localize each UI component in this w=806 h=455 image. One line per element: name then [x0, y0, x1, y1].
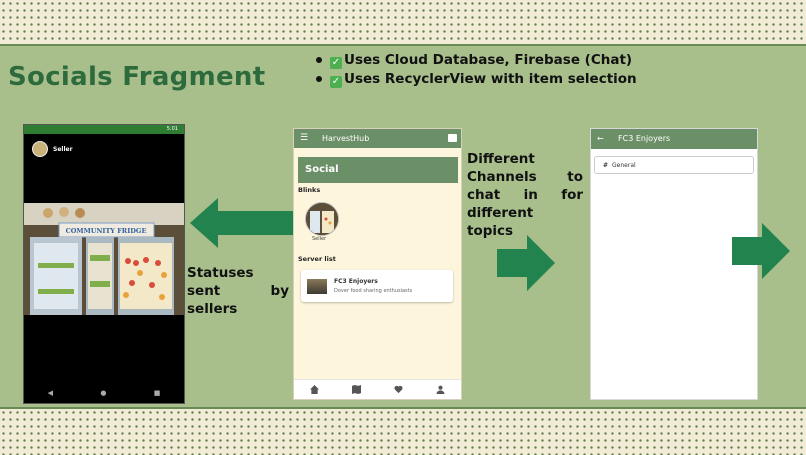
menu-icon[interactable]: ☰ [300, 129, 308, 148]
blink-thumbnail [306, 203, 338, 235]
hash-icon: # [603, 162, 609, 169]
recents-icon[interactable]: ■ [154, 389, 161, 397]
slide-title: Socials Fragment [8, 62, 266, 92]
check-icon: ✓ [330, 76, 342, 88]
channel-item-general[interactable]: # General [594, 156, 754, 174]
status-time: 5:01 [166, 126, 178, 132]
server-list-label: Server list [298, 255, 336, 263]
feature-item: ✓ Uses Cloud Database, Firebase (Chat) [312, 51, 637, 70]
caption-channels: Different Channels to chat in for differ… [467, 151, 583, 239]
dotted-top-band [0, 0, 806, 46]
bottom-navigation [294, 379, 461, 399]
arrow-right-icon [732, 223, 790, 279]
fridge-sign: COMMUNITY FRIDGE [66, 227, 147, 235]
android-status-bar: 5:01 [24, 125, 184, 134]
social-fragment-screen: ☰ HarvestHub Social Blinks Seller Server… [293, 128, 462, 400]
server-card[interactable]: FC3 Enjoyers Dover food sharing enthusia… [301, 270, 453, 302]
back-arrow-icon[interactable]: ← [597, 129, 604, 149]
android-nav-bar: ◀ ● ■ [24, 389, 184, 397]
blinks-label: Blinks [298, 186, 321, 194]
channel-name: General [612, 162, 636, 169]
channel-app-bar: ← FC3 Enjoyers [591, 129, 757, 149]
status-viewer-screen: 5:01 Seller COMMUNITY FRIDGE ◀ ● ■ [23, 124, 185, 404]
heart-icon[interactable] [394, 385, 403, 394]
status-photo: COMMUNITY FRIDGE [24, 203, 184, 315]
status-author[interactable]: Seller [32, 141, 73, 157]
app-name: HarvestHub [322, 134, 370, 143]
community-fridge-photo: COMMUNITY FRIDGE [24, 203, 184, 315]
bullet-dot [316, 57, 322, 63]
dotted-bottom-band [0, 407, 806, 455]
arrow-right-icon [497, 235, 555, 291]
avatar [32, 141, 48, 157]
back-icon[interactable]: ◀ [48, 389, 53, 397]
server-name: FC3 Enjoyers [334, 278, 378, 285]
blink-user-name: Seller [312, 236, 327, 242]
bullet-dot [316, 76, 322, 82]
feature-list: ✓ Uses Cloud Database, Firebase (Chat) ✓ U… [312, 51, 637, 89]
feature-item: ✓ Uses RecyclerView with item selection [312, 70, 637, 89]
person-icon[interactable] [436, 385, 445, 394]
home-icon[interactable] [310, 385, 320, 394]
map-icon[interactable] [352, 385, 362, 394]
chat-icon[interactable] [448, 134, 457, 142]
server-title: FC3 Enjoyers [618, 134, 671, 143]
server-description: Dover food sharing enthusiasts [334, 288, 413, 294]
server-thumbnail [307, 279, 327, 294]
home-icon[interactable]: ● [100, 389, 106, 397]
status-user-name: Seller [53, 145, 73, 153]
check-icon: ✓ [330, 57, 342, 69]
caption-statuses: Statuses sent by sellers [187, 265, 289, 317]
social-header: Social [298, 157, 458, 183]
app-bar: ☰ HarvestHub [294, 129, 461, 148]
arrow-left-icon [190, 198, 294, 248]
blink-avatar[interactable] [305, 202, 339, 236]
